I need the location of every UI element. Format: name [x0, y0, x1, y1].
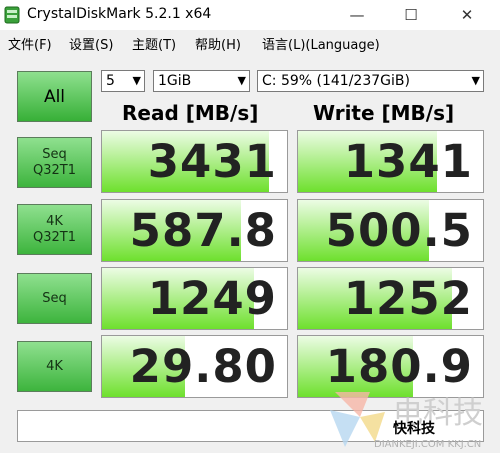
title-bar: CrystalDiskMark 5.2.1 x64 — ☐ ✕: [0, 0, 500, 30]
window-title: CrystalDiskMark 5.2.1 x64: [27, 6, 212, 22]
count-select[interactable]: 5 ▼: [101, 70, 145, 92]
test-label-line1: Seq: [42, 290, 67, 306]
size-value: 1GiB: [158, 73, 192, 89]
all-button[interactable]: All: [17, 71, 92, 122]
test-label-line1: Seq: [42, 146, 67, 162]
maximize-button[interactable]: ☐: [388, 0, 434, 30]
read-value: 587.8: [129, 204, 277, 257]
test-label-line1: 4K: [46, 358, 63, 374]
test-label-line1: 4K: [46, 213, 63, 229]
test-button-4k-q32t1[interactable]: 4K Q32T1: [17, 204, 92, 255]
chevron-down-icon: ▼: [132, 74, 141, 87]
menu-help[interactable]: 帮助(H): [195, 34, 241, 53]
menu-bar: 文件(F) 设置(S) 主题(T) 帮助(H) 语言(L)(Language): [0, 30, 500, 56]
test-label-line2: Q32T1: [33, 229, 76, 245]
read-header: Read [MB/s]: [122, 101, 259, 125]
write-result-cell: 500.5: [297, 199, 484, 262]
test-button-seq[interactable]: Seq: [17, 273, 92, 324]
test-label-line2: Q32T1: [33, 162, 76, 178]
read-value: 29.80: [129, 340, 277, 393]
read-result-cell: 29.80: [101, 335, 288, 398]
minimize-button[interactable]: —: [334, 0, 380, 30]
write-result-cell: 1252: [297, 267, 484, 330]
read-value: 3431: [147, 135, 277, 188]
count-value: 5: [106, 73, 115, 89]
close-button[interactable]: ✕: [444, 0, 490, 30]
write-value: 1341: [343, 135, 473, 188]
write-header: Write [MB/s]: [313, 101, 455, 125]
read-result-cell: 3431: [101, 130, 288, 193]
menu-file[interactable]: 文件(F): [8, 34, 52, 53]
write-value: 180.9: [325, 340, 473, 393]
test-button-seq-q32t1[interactable]: Seq Q32T1: [17, 137, 92, 188]
menu-theme[interactable]: 主题(T): [132, 34, 176, 53]
chevron-down-icon: ▼: [471, 74, 480, 87]
watermark-url: DIANKEJI.COM KKJ.CN: [374, 439, 482, 450]
read-result-cell: 587.8: [101, 199, 288, 262]
read-value: 1249: [147, 272, 277, 325]
write-value: 1252: [343, 272, 473, 325]
read-result-cell: 1249: [101, 267, 288, 330]
drive-select[interactable]: C: 59% (141/237GiB) ▼: [257, 70, 484, 92]
menu-language[interactable]: 语言(L)(Language): [262, 34, 380, 53]
write-value: 500.5: [325, 204, 473, 257]
app-icon: [4, 6, 20, 24]
menu-settings[interactable]: 设置(S): [69, 34, 113, 53]
write-result-cell: 1341: [297, 130, 484, 193]
size-select[interactable]: 1GiB ▼: [153, 70, 250, 92]
drive-value: C: 59% (141/237GiB): [262, 73, 410, 89]
watermark-site: 快科技: [393, 421, 435, 437]
test-button-4k[interactable]: 4K: [17, 341, 92, 392]
chevron-down-icon: ▼: [237, 74, 246, 87]
